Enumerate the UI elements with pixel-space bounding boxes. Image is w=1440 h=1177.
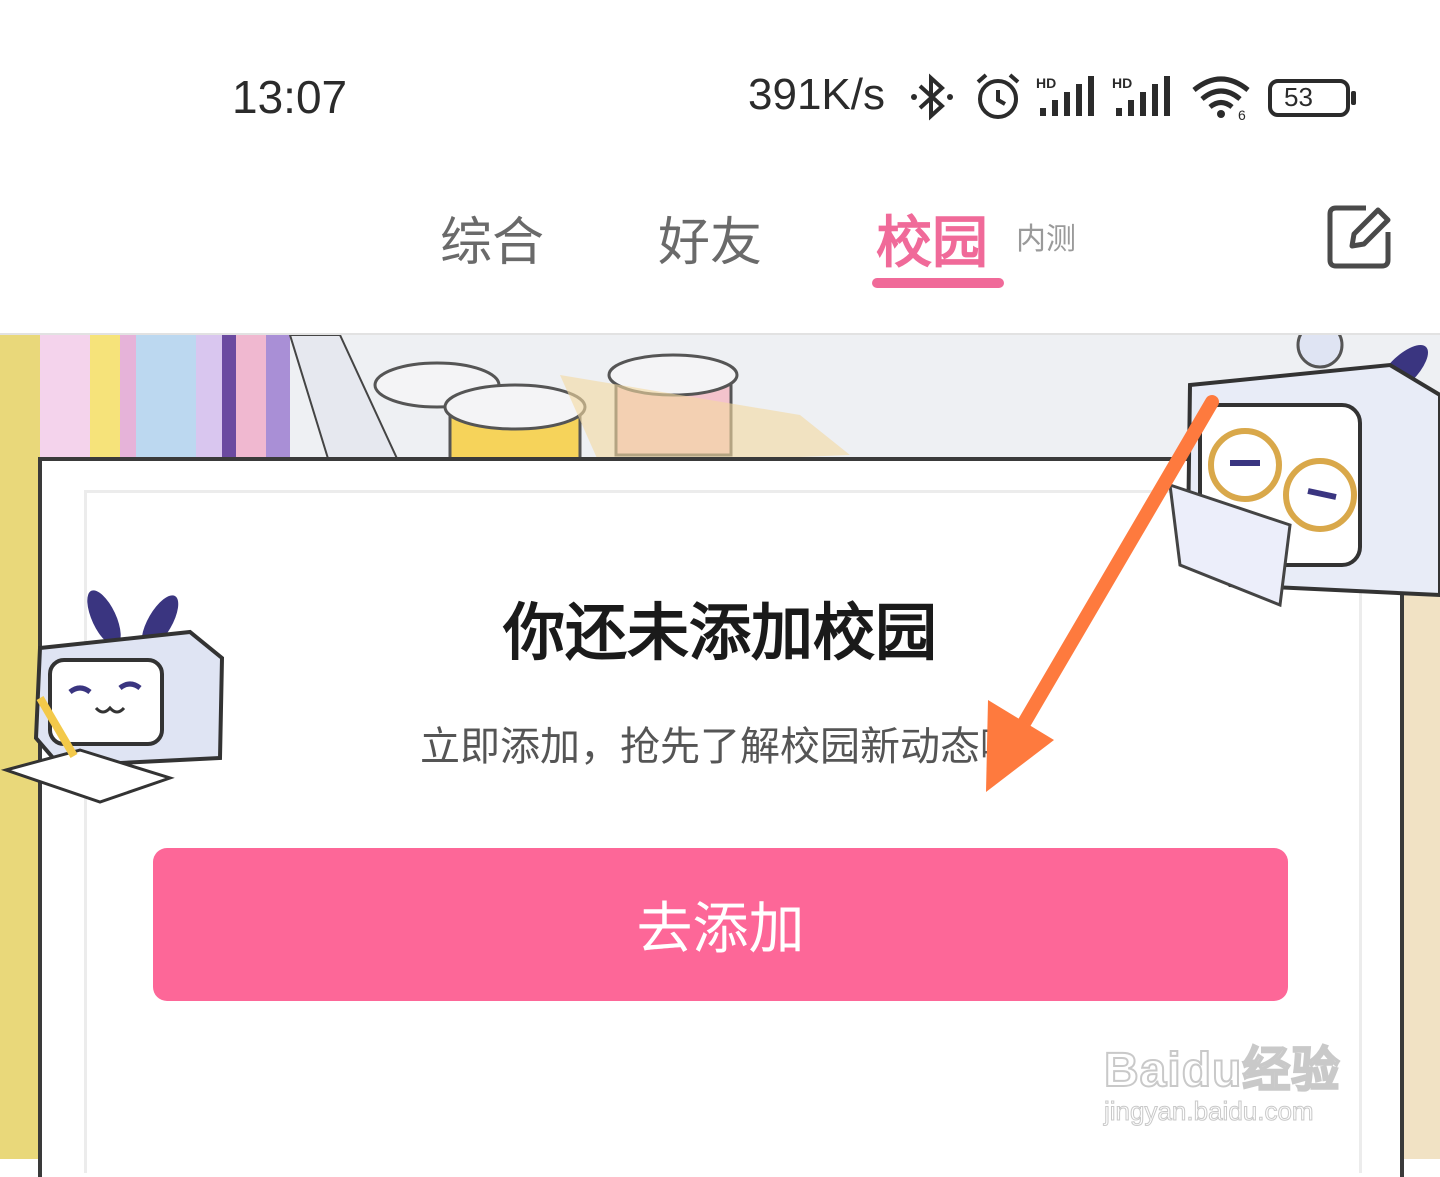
watermark-url: jingyan.baidu.com	[1103, 1096, 1314, 1127]
watermark-brand: Baidu经验	[1103, 1043, 1341, 1098]
annotation-arrow	[986, 395, 1219, 792]
baidu-watermark: Baidu经验 jingyan.baidu.com	[1103, 1030, 1341, 1127]
